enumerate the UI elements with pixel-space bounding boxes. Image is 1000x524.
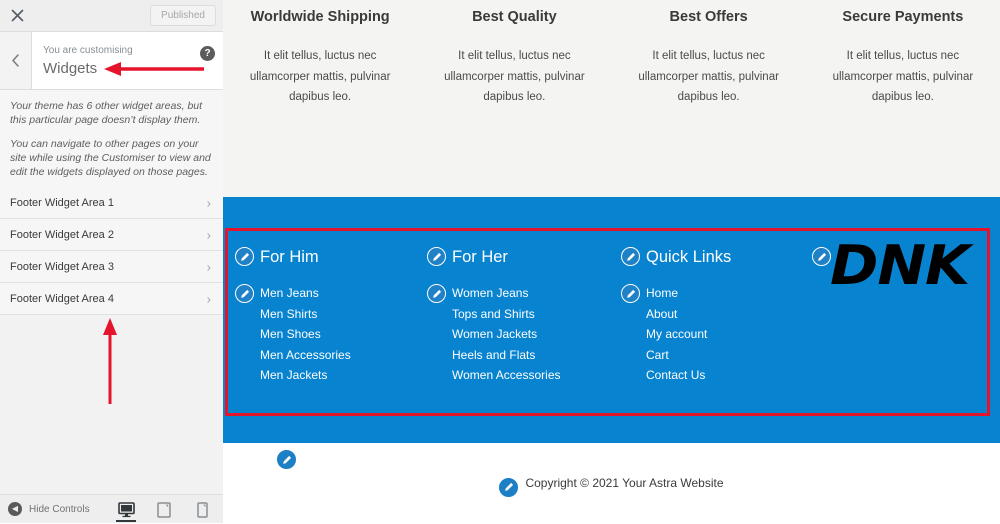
footer-link[interactable]: Women Jeans	[452, 283, 614, 304]
features-section: Worldwide Shipping It elit tellus, luctu…	[223, 0, 1000, 197]
customizer-footer-bar: ◀ Hide Controls	[0, 494, 223, 523]
footer-bottom-bar: Copyright © 2021 Your Astra Website	[223, 443, 1000, 523]
help-icon[interactable]: ?	[200, 46, 215, 61]
footer-link-list: Home About My account Cart Contact Us	[621, 283, 808, 386]
footer-widget-heading: For Her	[427, 246, 614, 268]
footer-link[interactable]: Men Jeans	[260, 283, 422, 304]
footer-widget-column-quick-links: Quick Links Home About My account Cart C…	[614, 246, 808, 443]
feature-title: Best Quality	[472, 9, 557, 25]
chevron-right-icon: ›	[206, 291, 211, 306]
device-preview-switcher	[115, 495, 213, 524]
sidebar-empty-space	[0, 315, 223, 495]
edit-pencil-icon[interactable]	[621, 247, 640, 266]
sidebar-item-label: Footer Widget Area 2	[10, 228, 114, 241]
footer-link[interactable]: Heels and Flats	[452, 345, 614, 366]
customizing-eyebrow: You are customising	[43, 45, 133, 56]
footer-link[interactable]: About	[646, 304, 808, 325]
footer-widget-column-for-her: For Her Women Jeans Tops and Shirts Wome…	[422, 246, 614, 443]
collapse-icon: ◀	[8, 502, 22, 516]
mobile-preview-icon[interactable]	[191, 496, 213, 523]
footer-link[interactable]: Men Shoes	[260, 324, 422, 345]
sidebar-item-footer-widget-area-1[interactable]: Footer Widget Area 1 ›	[0, 187, 223, 219]
widget-areas-notice: Your theme has 6 other widget areas, but…	[0, 90, 223, 190]
chevron-right-icon: ›	[206, 227, 211, 242]
footer-widget-heading-text: For Him	[260, 248, 319, 266]
hide-controls-button[interactable]: ◀ Hide Controls	[8, 495, 90, 523]
notice-paragraph: Your theme has 6 other widget areas, but…	[10, 100, 203, 126]
footer-link[interactable]: Women Accessories	[452, 365, 614, 386]
feature-column: Secure Payments It elit tellus, luctus n…	[806, 0, 1000, 197]
customizer-topbar: Published	[0, 0, 223, 32]
chevron-right-icon: ›	[206, 259, 211, 274]
footer-widget-heading-text: For Her	[452, 248, 508, 266]
edit-pencil-icon[interactable]	[812, 247, 831, 266]
footer-widget-heading: Quick Links	[621, 246, 808, 268]
edit-pencil-icon[interactable]	[427, 247, 446, 266]
edit-pencil-icon[interactable]	[235, 284, 254, 303]
footer-link[interactable]: Tops and Shirts	[452, 304, 614, 325]
edit-pencil-icon[interactable]	[427, 284, 446, 303]
notice-paragraph: You can navigate to other pages on your …	[10, 138, 211, 178]
page-title: Widgets	[43, 60, 98, 77]
customizer-sidebar: Published You are customising Widgets ? …	[0, 0, 223, 523]
edit-pencil-icon[interactable]	[235, 247, 254, 266]
sidebar-item-label: Footer Widget Area 4	[10, 292, 114, 305]
footer-widget-column-for-him: For Him Men Jeans Men Shirts Men Shoes M…	[223, 246, 422, 443]
footer-link[interactable]: Men Jackets	[260, 365, 422, 386]
desktop-preview-icon[interactable]	[115, 496, 137, 523]
widget-area-list: Footer Widget Area 1 › Footer Widget Are…	[0, 187, 223, 315]
feature-body: It elit tellus, luctus nec ullamcorper m…	[249, 50, 391, 103]
screen: Published You are customising Widgets ? …	[0, 0, 1000, 523]
feature-body: It elit tellus, luctus nec ullamcorper m…	[444, 50, 585, 103]
edit-pencil-icon[interactable]	[621, 284, 640, 303]
site-preview: Worldwide Shipping It elit tellus, luctu…	[223, 0, 1000, 523]
feature-body: It elit tellus, luctus nec ullamcorper m…	[832, 50, 974, 103]
footer-link[interactable]: Home	[646, 283, 808, 304]
customizer-panel-header: You are customising Widgets ?	[0, 32, 223, 90]
footer-widget-heading-text: Quick Links	[646, 248, 732, 266]
feature-title: Worldwide Shipping	[250, 9, 390, 25]
feature-title: Secure Payments	[842, 9, 964, 25]
footer-link-list: Women Jeans Tops and Shirts Women Jacket…	[427, 283, 614, 386]
footer-link[interactable]: Cart	[646, 345, 808, 366]
chevron-right-icon: ›	[206, 195, 211, 210]
tablet-preview-icon[interactable]	[153, 496, 175, 523]
footer-link[interactable]: Women Jackets	[452, 324, 614, 345]
footer-widget-areas: For Him Men Jeans Men Shirts Men Shoes M…	[223, 197, 1000, 443]
feature-title: Best Offers	[669, 9, 748, 25]
footer-link[interactable]: My account	[646, 324, 808, 345]
feature-column: Worldwide Shipping It elit tellus, luctu…	[223, 0, 417, 197]
feature-column: Best Offers It elit tellus, luctus nec u…	[612, 0, 806, 197]
sidebar-item-label: Footer Widget Area 1	[10, 196, 114, 209]
hide-controls-label: Hide Controls	[29, 503, 90, 515]
footer-link[interactable]: Men Shirts	[260, 304, 422, 325]
sidebar-item-label: Footer Widget Area 3	[10, 260, 114, 273]
edit-pencil-icon[interactable]	[499, 477, 519, 497]
copyright-line: Copyright © 2021 Your Astra Website	[223, 474, 1000, 497]
publish-button[interactable]: Published	[150, 5, 216, 26]
sidebar-item-footer-widget-area-4[interactable]: Footer Widget Area 4 ›	[0, 283, 223, 315]
feature-body: It elit tellus, luctus nec ullamcorper m…	[638, 50, 779, 103]
footer-link-list: Men Jeans Men Shirts Men Shoes Men Acces…	[235, 283, 422, 386]
sidebar-item-footer-widget-area-3[interactable]: Footer Widget Area 3 ›	[0, 251, 223, 283]
copyright-text: Copyright © 2021 Your Astra Website	[525, 476, 724, 490]
footer-widget-column-logo: DNK	[808, 236, 1000, 443]
panel-header-text: You are customising Widgets	[43, 44, 133, 79]
footer-widget-heading: For Him	[235, 246, 422, 268]
footer-link[interactable]: Contact Us	[646, 365, 808, 386]
edit-pencil-icon[interactable]	[277, 450, 296, 469]
footer-link[interactable]: Men Accessories	[260, 345, 422, 366]
feature-column: Best Quality It elit tellus, luctus nec …	[417, 0, 611, 197]
sidebar-item-footer-widget-area-2[interactable]: Footer Widget Area 2 ›	[0, 219, 223, 251]
site-logo: DNK	[830, 234, 970, 297]
back-chevron-icon[interactable]	[0, 32, 32, 89]
close-icon[interactable]	[0, 0, 34, 31]
